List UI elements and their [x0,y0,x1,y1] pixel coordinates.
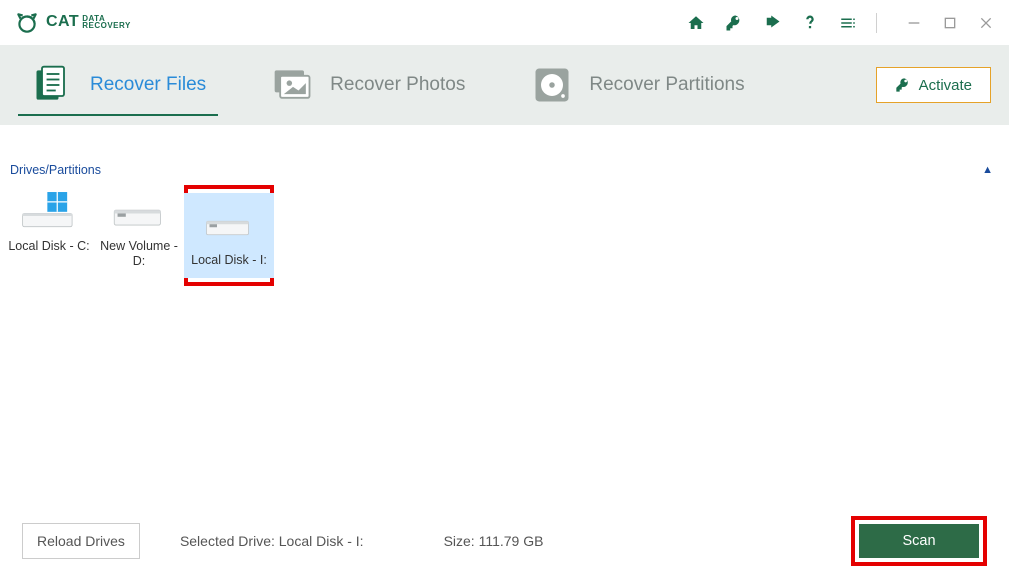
drive-label: Local Disk - C: [8,239,89,254]
drive-item-c[interactable]: Local Disk - C: [4,185,94,286]
recover-files-icon [30,62,76,108]
drives-section-header: Drives/Partitions ▲ [0,153,1009,181]
drive-item-d[interactable]: New Volume - D: [94,185,184,286]
reload-drives-button[interactable]: Reload Drives [22,523,140,559]
footer: Reload Drives Selected Drive: Local Disk… [0,508,1009,573]
key-icon[interactable] [724,13,744,33]
drives-list: Local Disk - C: New Volume - D: Local Di… [0,181,1009,290]
tab-label: Recover Partitions [589,74,744,96]
home-icon[interactable] [686,13,706,33]
tab-recover-photos[interactable]: Recover Photos [258,54,477,116]
toolbar: Recover Files Recover Photos Recover Par… [0,45,1009,125]
tab-recover-files[interactable]: Recover Files [18,54,218,116]
brand-name: CAT [46,15,79,29]
maximize-icon[interactable] [941,14,959,32]
menu-icon[interactable] [838,13,858,33]
key-icon [895,77,911,93]
scan-highlight: Scan [851,516,987,566]
scan-button[interactable]: Scan [859,524,979,558]
help-icon[interactable] [800,13,820,33]
drive-item-i[interactable]: Local Disk - I: [184,185,274,286]
titlebar-divider [876,13,877,33]
titlebar: CAT DATA RECOVERY [0,0,1009,45]
minimize-icon[interactable] [905,14,923,32]
tab-label: Recover Files [90,74,206,96]
brand-sub2: RECOVERY [82,22,131,29]
close-icon[interactable] [977,14,995,32]
brand: CAT DATA RECOVERY [14,10,131,36]
drive-label: Local Disk - I: [191,253,267,267]
tab-recover-partitions[interactable]: Recover Partitions [517,54,756,116]
collapse-section-icon[interactable]: ▲ [982,164,999,176]
drive-label: New Volume - D: [94,239,184,269]
recover-partitions-icon [529,62,575,108]
recover-photos-icon [270,62,316,108]
share-icon[interactable] [762,13,782,33]
size-text: Size: 111.79 GB [444,533,544,549]
section-label: Drives/Partitions [10,163,101,177]
drive-disk-icon [184,193,274,251]
activate-label: Activate [919,77,972,94]
brand-logo-icon [14,10,40,36]
selected-drive-text: Selected Drive: Local Disk - I: [180,533,364,549]
tab-label: Recover Photos [330,74,465,96]
drive-windows-icon [13,189,85,233]
drive-disk-icon [103,189,175,233]
activate-button[interactable]: Activate [876,67,991,103]
